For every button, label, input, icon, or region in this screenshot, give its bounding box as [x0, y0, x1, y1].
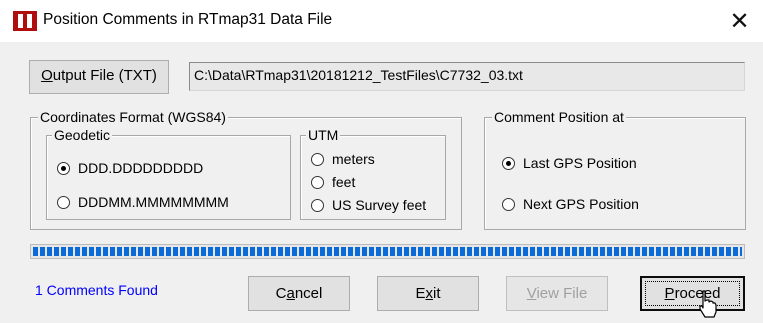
mnemonic-o: O	[41, 67, 53, 84]
radio-feet[interactable]: feet	[311, 173, 355, 191]
proceed-button[interactable]: Proceed	[640, 276, 745, 311]
utm-group: UTM meters feet US Survey feet	[300, 127, 446, 220]
window-title: Position Comments in RTmap31 Data File	[43, 11, 333, 28]
utm-legend: UTM	[306, 127, 341, 143]
geodetic-group: Geodetic DDD.DDDDDDDDD DDDMM.MMMMMMMM	[46, 127, 291, 220]
close-icon[interactable]: ✕	[716, 0, 763, 42]
dialog-window: Position Comments in RTmap31 Data File ✕…	[0, 0, 763, 323]
radio-icon	[311, 199, 324, 212]
focus-rect	[645, 281, 740, 306]
view-file-button[interactable]: View File	[506, 276, 608, 311]
coordinates-format-group: Coordinates Format (WGS84) Geodetic DDD.…	[30, 109, 462, 230]
radio-icon	[311, 176, 324, 189]
exit-button[interactable]: Exit	[377, 276, 479, 311]
output-path-field[interactable]: C:\Data\RTmap31\20181212_TestFiles\C7732…	[189, 62, 745, 91]
title-bar: Position Comments in RTmap31 Data File ✕	[0, 0, 763, 42]
radio-icon	[311, 153, 324, 166]
radio-dddmm[interactable]: DDDMM.MMMMMMMM	[57, 193, 229, 211]
radio-icon	[57, 196, 70, 209]
output-file-button[interactable]: Output File (TXT)	[29, 60, 169, 94]
hand-cursor-icon	[699, 290, 717, 318]
progress-fill	[33, 247, 742, 256]
radio-meters[interactable]: meters	[311, 150, 375, 168]
radio-last-gps[interactable]: Last GPS Position	[502, 154, 637, 172]
radio-next-gps[interactable]: Next GPS Position	[502, 195, 639, 213]
radio-us-survey-feet[interactable]: US Survey feet	[311, 196, 426, 214]
geodetic-legend: Geodetic	[52, 127, 113, 143]
status-text: 1 Comments Found	[35, 282, 158, 298]
app-icon	[13, 11, 37, 31]
radio-icon	[502, 198, 515, 211]
comment-position-legend: Comment Position at	[492, 109, 626, 125]
coordinates-format-legend: Coordinates Format (WGS84)	[38, 109, 228, 125]
progress-bar	[30, 244, 745, 259]
cancel-button[interactable]: Cancel	[248, 276, 350, 311]
radio-selected-icon	[57, 162, 70, 175]
radio-ddd[interactable]: DDD.DDDDDDDDD	[57, 159, 203, 177]
radio-selected-icon	[502, 157, 515, 170]
comment-position-group: Comment Position at Last GPS Position Ne…	[484, 109, 746, 230]
